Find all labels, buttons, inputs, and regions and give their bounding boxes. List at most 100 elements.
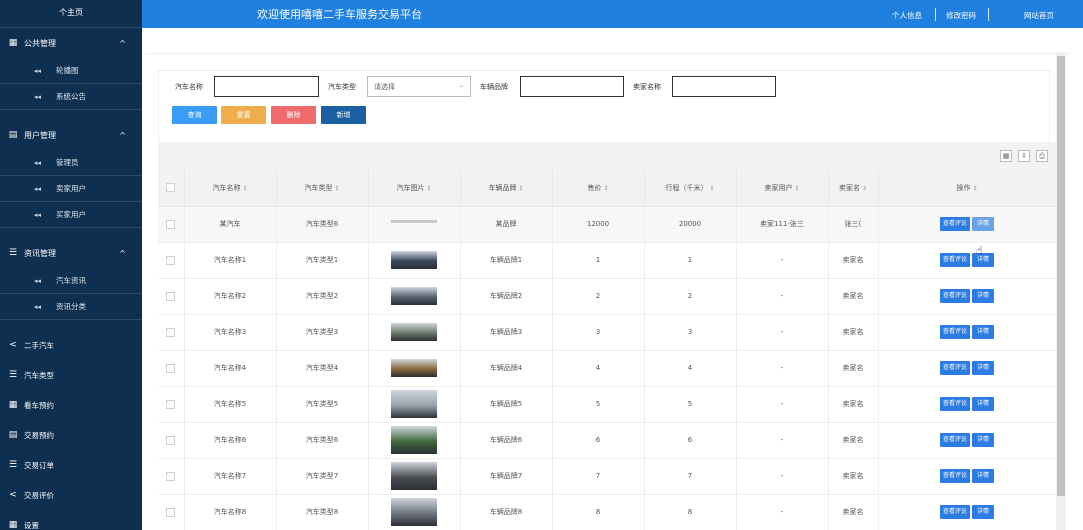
- table-row[interactable]: 汽车名称5 汽车类型5 车辆品牌5 5 5- 卖家名 查看评论 详情: [158, 386, 1056, 423]
- sort-icon[interactable]: ⇕: [242, 185, 247, 192]
- sidebar-item[interactable]: ☰ 汽车类型: [0, 360, 142, 390]
- column-header[interactable]: 操作 ⇕: [878, 170, 1056, 207]
- add-button[interactable]: 新增: [321, 106, 366, 124]
- table-header-row: 汽车名称 ⇕ 汽车类型 ⇕ 汽车图片 ⇕ 车辆品牌 ⇕ 售价 ⇕ 行程（千米） ⇕ 卖家用户 ⇕ 卖家名 ⇕ 操…: [158, 170, 1056, 207]
- view-comments-button[interactable]: 查看评论: [939, 325, 970, 339]
- chevron-up-icon[interactable]: ^: [119, 39, 126, 48]
- sidebar-item[interactable]: ◂◂ 汽车资讯: [0, 268, 142, 294]
- sort-icon[interactable]: ⇕: [426, 185, 431, 192]
- detail-button[interactable]: 详情: [972, 505, 994, 519]
- brand-input[interactable]: [520, 76, 624, 97]
- row-checkbox[interactable]: [166, 471, 176, 481]
- column-header[interactable]: 汽车图片 ⇕: [368, 170, 461, 207]
- table-row[interactable]: 汽车名称7 汽车类型7 车辆品牌7 7 7- 卖家名 查看评论 详情: [158, 458, 1056, 495]
- select-all-checkbox-cell: [158, 170, 185, 207]
- column-header[interactable]: 汽车名称 ⇕: [184, 170, 277, 207]
- view-comments-button[interactable]: 查看评论: [939, 253, 970, 267]
- sidebar-item[interactable]: ◂◂ 轮播图: [0, 58, 142, 84]
- export-icon[interactable]: ⇩: [1018, 150, 1030, 162]
- detail-button[interactable]: 详情: [972, 289, 994, 303]
- row-checkbox[interactable]: [166, 255, 176, 265]
- reset-button[interactable]: 重置: [221, 106, 266, 124]
- menu-group-1[interactable]: ▤ 用户管理 ^: [0, 120, 142, 150]
- select-all-checkbox[interactable]: [166, 183, 176, 193]
- sort-icon[interactable]: ⇕: [334, 185, 339, 192]
- sort-icon[interactable]: ⇕: [794, 185, 799, 192]
- sidebar-item[interactable]: ◂◂ 管理员: [0, 150, 142, 176]
- car-type-cell: 汽车类型2: [276, 278, 369, 315]
- sidebar-item[interactable]: ◂◂ 系统公告: [0, 84, 142, 110]
- row-checkbox[interactable]: [166, 219, 176, 229]
- sort-icon[interactable]: ⇕: [862, 185, 867, 192]
- site-home-link[interactable]: 网站首页: [1024, 10, 1054, 21]
- chevron-up-icon[interactable]: ^: [119, 131, 126, 140]
- sort-icon[interactable]: ⇕: [972, 185, 977, 192]
- detail-button[interactable]: 详情: [972, 469, 994, 483]
- car-type-select[interactable]: 请选择 ⌄: [367, 76, 471, 97]
- row-checkbox[interactable]: [166, 507, 176, 517]
- seller-name-input[interactable]: [672, 76, 776, 97]
- view-comments-button[interactable]: 查看评论: [939, 469, 970, 483]
- column-header[interactable]: 售价 ⇕: [552, 170, 645, 207]
- table-row[interactable]: 汽车名称2 汽车类型2 车辆品牌2 2 2- 卖家名 查看评论 详情: [158, 278, 1056, 315]
- sidebar-home-link[interactable]: 个主页: [0, 0, 142, 28]
- profile-link[interactable]: 个人信息: [892, 10, 922, 21]
- column-filter-icon[interactable]: ▦: [1000, 150, 1012, 162]
- row-checkbox[interactable]: [166, 291, 176, 301]
- sort-icon[interactable]: ⇕: [709, 185, 714, 192]
- car-name-input[interactable]: [214, 76, 319, 97]
- sidebar-item[interactable]: ▦ 看车预约: [0, 390, 142, 420]
- sidebar-item[interactable]: ◂◂ 卖家用户: [0, 176, 142, 202]
- column-header-label: 售价: [587, 183, 602, 192]
- detail-button[interactable]: 详情: [972, 397, 994, 411]
- sidebar-item[interactable]: ◂◂ 买家用户: [0, 202, 142, 228]
- sidebar-item-label: 系统公告: [56, 92, 86, 101]
- view-comments-button[interactable]: 查看评论: [939, 217, 970, 231]
- sidebar-item[interactable]: ▦ 设置: [0, 510, 142, 530]
- view-comments-button[interactable]: 查看评论: [939, 397, 970, 411]
- sidebar-item[interactable]: < 交易评价: [0, 480, 142, 510]
- column-header[interactable]: 车辆品牌 ⇕: [460, 170, 553, 207]
- sidebar-item[interactable]: ◂◂ 资讯分类: [0, 294, 142, 320]
- vertical-scrollbar[interactable]: [1056, 52, 1066, 530]
- view-comments-button[interactable]: 查看评论: [939, 433, 970, 447]
- search-button[interactable]: 查询: [172, 106, 217, 124]
- row-checkbox[interactable]: [166, 435, 176, 445]
- view-comments-button[interactable]: 查看评论: [939, 289, 970, 303]
- view-comments-button[interactable]: 查看评论: [939, 505, 970, 519]
- share-icon: <: [9, 340, 17, 350]
- sort-icon[interactable]: ⇕: [603, 185, 608, 192]
- print-icon[interactable]: ⎙: [1036, 150, 1048, 162]
- sort-icon[interactable]: ⇕: [518, 185, 523, 192]
- menu-group-2[interactable]: ☰ 资讯管理 ^: [0, 238, 142, 268]
- table-row[interactable]: 汽车名称3 汽车类型3 车辆品牌3 3 3- 卖家名 查看评论 详情: [158, 314, 1056, 351]
- column-header[interactable]: 卖家名 ⇕: [828, 170, 879, 207]
- column-header[interactable]: 卖家用户 ⇕: [736, 170, 829, 207]
- brand-cell: 车辆品牌2: [460, 278, 553, 315]
- column-header[interactable]: 行程（千米） ⇕: [644, 170, 737, 207]
- change-password-link[interactable]: 修改密码: [946, 10, 976, 21]
- view-comments-button[interactable]: 查看评论: [939, 361, 970, 375]
- delete-button[interactable]: 删除: [271, 106, 316, 124]
- row-checkbox[interactable]: [166, 327, 176, 337]
- menu-group-0[interactable]: ▦ 公共管理 ^: [0, 28, 142, 58]
- table-body: 某汽车 汽车类型6 某品牌 12000 20000 卖家111-张三 张三(查看评论 详情 汽车…: [158, 206, 1056, 530]
- row-checkbox[interactable]: [166, 363, 176, 373]
- doc-icon: ▤: [8, 130, 18, 140]
- table-row[interactable]: 汽车名称8 汽车类型8 车辆品牌8 8 8- 卖家名 查看评论 详情: [158, 494, 1056, 530]
- table-row[interactable]: 汽车名称4 汽车类型4 车辆品牌4 4 4- 卖家名 查看评论 详情: [158, 350, 1056, 387]
- table-row[interactable]: 汽车名称6 汽车类型6 车辆品牌6 6 6- 卖家名 查看评论 详情: [158, 422, 1056, 459]
- sidebar-item[interactable]: < 二手汽车: [0, 330, 142, 360]
- table-row[interactable]: 汽车名称1 汽车类型1 车辆品牌1 1 1- 卖家名 查看评论 详情: [158, 242, 1056, 279]
- sidebar-item[interactable]: ☰ 交易订单: [0, 450, 142, 480]
- column-header[interactable]: 汽车类型 ⇕: [276, 170, 369, 207]
- scrollbar-thumb[interactable]: [1057, 56, 1065, 496]
- detail-button[interactable]: 详情: [972, 217, 994, 231]
- chevron-up-icon[interactable]: ^: [119, 249, 126, 258]
- row-checkbox[interactable]: [166, 399, 176, 409]
- detail-button[interactable]: 详情: [972, 325, 994, 339]
- table-row[interactable]: 某汽车 汽车类型6 某品牌 12000 20000 卖家111-张三 张三(查看评论 详情: [158, 206, 1056, 243]
- detail-button[interactable]: 详情: [972, 433, 994, 447]
- detail-button[interactable]: 详情: [972, 361, 994, 375]
- sidebar-item[interactable]: ▤ 交易预约: [0, 420, 142, 450]
